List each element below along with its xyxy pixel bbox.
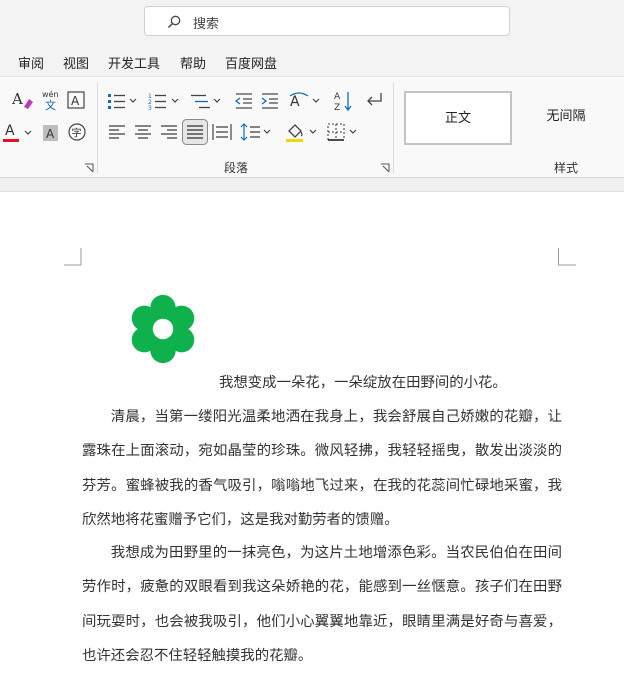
title-bar: 搜索 xyxy=(0,0,624,48)
caption-line: 我想变成一朵花，一朵绽放在田野间的小花。 xyxy=(219,375,507,391)
paragraph-group-label: 段落 xyxy=(224,161,249,175)
svg-text:A: A xyxy=(11,90,23,108)
menu-review[interactable]: 审阅 xyxy=(18,53,44,72)
align-center-icon[interactable] xyxy=(134,123,152,141)
align-right-icon[interactable] xyxy=(160,123,178,141)
flower-image[interactable] xyxy=(124,290,202,368)
svg-text:A: A xyxy=(290,94,300,110)
justify-icon[interactable] xyxy=(182,119,208,145)
font-color-icon[interactable]: A xyxy=(2,121,34,145)
menu-view[interactable]: 视图 xyxy=(63,53,89,72)
increase-indent-icon[interactable] xyxy=(260,91,280,111)
svg-text:A: A xyxy=(5,123,15,139)
svg-text:A: A xyxy=(334,92,341,102)
style-normal[interactable]: 正文 xyxy=(404,91,512,145)
svg-text:A: A xyxy=(46,127,55,141)
bullets-icon[interactable] xyxy=(107,91,139,111)
svg-text:A: A xyxy=(71,94,80,108)
distributed-icon[interactable] xyxy=(212,123,232,141)
phonetic-guide-icon[interactable]: wén 文 xyxy=(40,89,62,111)
character-border-icon[interactable]: A xyxy=(66,89,88,111)
svg-text:Z: Z xyxy=(334,103,340,113)
font-dialog-launcher-icon[interactable] xyxy=(84,163,94,173)
search-box[interactable]: 搜索 xyxy=(144,6,510,36)
svg-text:字: 字 xyxy=(72,127,82,140)
styles-group-label: 样式 xyxy=(554,161,579,175)
enclose-characters-icon[interactable]: 字 xyxy=(67,122,87,142)
ribbon: A wén 文 A A A 字 1 2 3 A A Z 段落 正文 无间隔 样式 xyxy=(0,76,624,178)
crop-mark-top-right xyxy=(558,248,576,266)
chinese-layout-icon[interactable]: A xyxy=(289,90,323,112)
decrease-indent-icon[interactable] xyxy=(234,91,254,111)
svg-text:文: 文 xyxy=(45,98,56,111)
line-spacing-icon[interactable] xyxy=(240,122,274,142)
separator xyxy=(393,83,394,173)
body-paragraph-1: 清晨，当第一缕阳光温柔地洒在我身上，我会舒展自己娇嫩的花瓣，让露珠在上面滚动，宛… xyxy=(82,409,562,528)
multilevel-list-icon[interactable] xyxy=(190,91,224,111)
menu-bar: 审阅 视图 开发工具 帮助 百度网盘 xyxy=(0,48,624,76)
menu-developer-tools[interactable]: 开发工具 xyxy=(108,53,160,72)
show-hide-marks-icon[interactable] xyxy=(363,91,385,111)
sort-icon[interactable]: A Z xyxy=(333,89,355,113)
shading-icon[interactable] xyxy=(285,121,321,143)
align-left-icon[interactable] xyxy=(108,123,126,141)
clear-formatting-icon[interactable]: A xyxy=(10,89,36,111)
svg-text:3: 3 xyxy=(148,105,152,111)
menu-baidu-netdisk[interactable]: 百度网盘 xyxy=(225,53,277,72)
ribbon-document-divider xyxy=(0,178,624,192)
character-shading-icon[interactable]: A xyxy=(42,123,60,143)
style-no-spacing[interactable]: 无间隔 xyxy=(512,91,620,145)
separator xyxy=(97,83,98,173)
paragraph-dialog-launcher-icon[interactable] xyxy=(380,163,390,173)
body-paragraph-2: 我想成为田野里的一抹亮色，为这片土地增添色彩。当农民伯伯在田间劳作时，疲惫的双眼… xyxy=(82,545,562,664)
search-placeholder: 搜索 xyxy=(193,17,220,32)
crop-mark-top-left xyxy=(64,248,82,266)
search-icon xyxy=(168,15,181,28)
borders-icon[interactable] xyxy=(326,122,360,142)
svg-text:wén: wén xyxy=(42,89,59,99)
menu-help[interactable]: 帮助 xyxy=(180,53,206,72)
numbering-icon[interactable]: 1 2 3 xyxy=(148,91,182,111)
